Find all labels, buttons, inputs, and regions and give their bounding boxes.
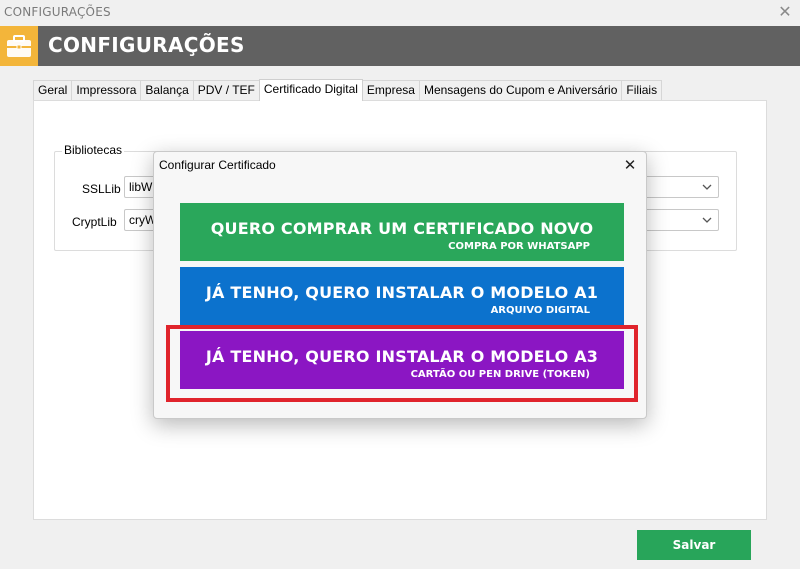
tab-mensagens[interactable]: Mensagens do Cupom e Aniversário — [418, 80, 623, 100]
ssllib-value: libW — [129, 180, 153, 194]
ssllib-label: SSLLib — [82, 182, 121, 196]
buy-new-certificate-button[interactable]: QUERO COMPRAR UM CERTIFICADO NOVO COMPRA… — [180, 203, 624, 261]
install-a3-button[interactable]: JÁ TENHO, QUERO INSTALAR O MODELO A3 CAR… — [180, 331, 624, 389]
tab-bar: Geral Impressora Balança PDV / TEF Certi… — [33, 79, 663, 101]
tab-filiais[interactable]: Filiais — [621, 80, 663, 100]
tab-certificado-digital[interactable]: Certificado Digital — [258, 79, 363, 101]
chevron-down-icon — [700, 177, 714, 197]
option-main-label: JÁ TENHO, QUERO INSTALAR O MODELO A1 — [205, 283, 599, 302]
tab-pdv-tef[interactable]: PDV / TEF — [192, 80, 260, 100]
tab-empresa[interactable]: Empresa — [361, 80, 420, 100]
dialog-title: Configurar Certificado — [159, 158, 276, 172]
libraries-legend: Bibliotecas — [62, 143, 125, 157]
window-titlebar: CONFIGURAÇÕES ✕ — [0, 0, 800, 26]
save-button[interactable]: Salvar — [637, 530, 751, 560]
chevron-down-icon — [700, 210, 714, 230]
option-main-label: JÁ TENHO, QUERO INSTALAR O MODELO A3 — [205, 347, 599, 366]
window-title: CONFIGURAÇÕES — [4, 5, 111, 19]
briefcase-icon — [0, 26, 38, 66]
configure-certificate-dialog: Configurar Certificado ✕ QUERO COMPRAR U… — [153, 151, 647, 419]
cryptlib-label: CryptLib — [72, 215, 117, 229]
option-main-label: QUERO COMPRAR UM CERTIFICADO NOVO — [210, 219, 594, 238]
tab-geral[interactable]: Geral — [33, 80, 73, 100]
window-close-icon[interactable]: ✕ — [774, 1, 796, 23]
option-sub-label: COMPRA POR WHATSAPP — [448, 241, 590, 252]
page-header: CONFIGURAÇÕES — [0, 26, 800, 66]
tab-impressora[interactable]: Impressora — [71, 80, 142, 100]
option-sub-label: CARTÃO OU PEN DRIVE (TOKEN) — [410, 369, 590, 380]
option-sub-label: ARQUIVO DIGITAL — [490, 305, 590, 316]
page-title: CONFIGURAÇÕES — [48, 33, 245, 57]
install-a1-button[interactable]: JÁ TENHO, QUERO INSTALAR O MODELO A1 ARQ… — [180, 267, 624, 325]
dialog-close-icon[interactable]: ✕ — [620, 154, 640, 176]
tab-balanca[interactable]: Balança — [140, 80, 194, 100]
